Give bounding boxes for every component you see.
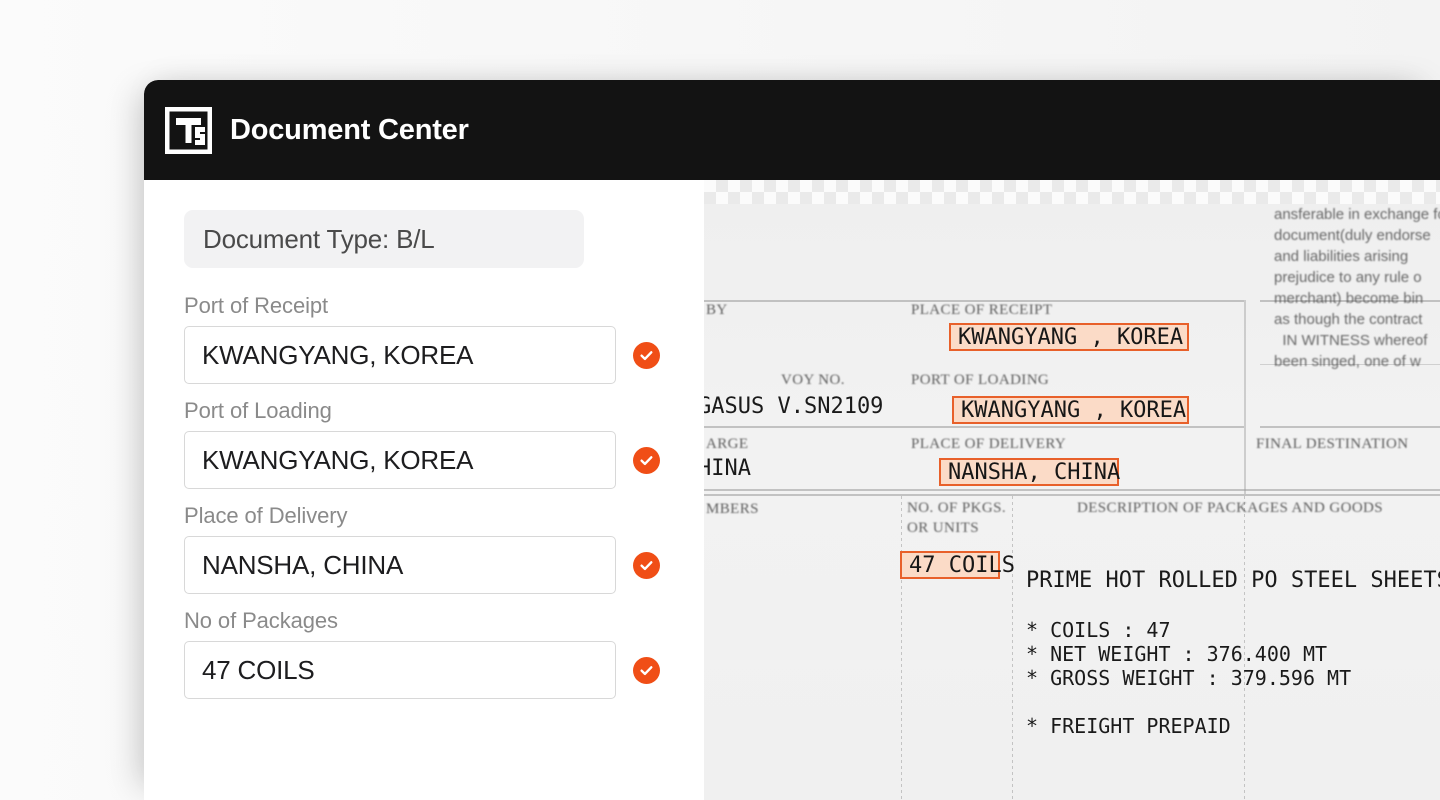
highlight-port-of-loading[interactable]: KWANGYANG , KOREA (952, 396, 1189, 424)
value-net-weight: * NET WEIGHT : 376.400 MT (1026, 642, 1328, 666)
document-center-window: Document Center Document Type: B/L Port … (144, 80, 1440, 800)
page-title: Document Center (230, 113, 469, 146)
value-goods-description: PRIME HOT ROLLED PO STEEL SHEETS IN (1026, 568, 1440, 593)
highlight-place-of-delivery[interactable]: NANSHA, CHINA (939, 458, 1120, 486)
table-rule (704, 494, 1440, 496)
caption-place-of-delivery: PLACE OF DELIVERY (911, 436, 1067, 452)
screen-root: Document Center Document Type: B/L Port … (0, 0, 1440, 800)
caption-no-of-pkgs-line1: NO. OF PKGS. (907, 500, 1006, 516)
field-row-no-of-packages: 47 COILS (184, 641, 704, 699)
app-body: Document Type: B/L Port of Receipt KWANG… (144, 180, 1440, 800)
caption-by: BY (706, 302, 728, 318)
field-label-port-of-loading: Port of Loading (184, 398, 332, 423)
field-group-port-of-loading: Port of Loading KWANGYANG, KOREA (184, 398, 704, 489)
field-row-port-of-loading: KWANGYANG, KOREA (184, 431, 704, 489)
value-port-of-discharge: HINA (704, 456, 751, 481)
table-rule (1260, 426, 1440, 428)
check-circle-icon-port-of-loading (633, 446, 660, 474)
document-content-layer: BY PLACE OF RECEIPT VOY NO. PORT OF LOAD… (704, 204, 1440, 800)
table-rule (1244, 300, 1246, 494)
legal-terms-paragraph: ansferable in exchange for document(duly… (1274, 206, 1440, 370)
caption-description: DESCRIPTION OF PACKAGES AND GOODS (1077, 500, 1384, 516)
ts-monogram-logo-icon (165, 106, 212, 154)
document-type-selector[interactable]: Document Type: B/L (184, 210, 584, 268)
port-of-loading-input[interactable]: KWANGYANG, KOREA (184, 431, 616, 489)
extraction-form-panel: Document Type: B/L Port of Receipt KWANG… (144, 180, 704, 800)
table-rule (704, 426, 1244, 428)
field-group-no-of-packages: No of Packages 47 COILS (184, 608, 704, 699)
caption-arge: ARGE (706, 436, 749, 452)
transparency-checkerboard (704, 180, 1440, 204)
place-of-delivery-input[interactable]: NANSHA, CHINA (184, 536, 616, 594)
check-circle-icon-place-of-delivery (633, 551, 660, 579)
table-rule (704, 489, 1440, 491)
field-label-no-of-packages: No of Packages (184, 608, 338, 633)
field-group-place-of-delivery: Place of Delivery NANSHA, CHINA (184, 503, 704, 594)
field-label-port-of-receipt: Port of Receipt (184, 293, 329, 318)
value-coils: * COILS : 47 (1026, 618, 1171, 642)
field-group-port-of-receipt: Port of Receipt KWANGYANG, KOREA (184, 293, 704, 384)
value-gross-weight: * GROSS WEIGHT : 379.596 MT (1026, 666, 1352, 690)
port-of-receipt-input[interactable]: KWANGYANG, KOREA (184, 326, 616, 384)
field-row-place-of-delivery: NANSHA, CHINA (184, 536, 704, 594)
caption-final-destination: FINAL DESTINATION (1256, 436, 1409, 452)
value-freight: * FREIGHT PREPAID (1026, 714, 1231, 738)
check-circle-icon-no-of-packages (633, 656, 660, 684)
caption-voy-no: VOY NO. (781, 372, 845, 388)
field-label-place-of-delivery: Place of Delivery (184, 503, 348, 528)
highlight-no-of-packages[interactable]: 47 COILS (900, 551, 1015, 579)
table-rule (1012, 496, 1013, 800)
table-rule (901, 496, 902, 800)
document-preview-viewer[interactable]: BY PLACE OF RECEIPT VOY NO. PORT OF LOAD… (704, 180, 1440, 800)
caption-no-of-pkgs-line2: OR UNITS (907, 520, 979, 536)
app-titlebar: Document Center (144, 80, 1440, 180)
caption-port-of-loading: PORT OF LOADING (911, 372, 1050, 388)
scanned-bill-of-lading: BY PLACE OF RECEIPT VOY NO. PORT OF LOAD… (704, 204, 1440, 800)
value-vessel-voyage: GASUS V.SN2109 (704, 394, 884, 419)
caption-place-of-receipt: PLACE OF RECEIPT (911, 302, 1053, 318)
caption-numbers: MBERS (706, 501, 759, 517)
field-row-port-of-receipt: KWANGYANG, KOREA (184, 326, 704, 384)
no-of-packages-input[interactable]: 47 COILS (184, 641, 616, 699)
check-circle-icon-port-of-receipt (633, 341, 660, 369)
highlight-place-of-receipt[interactable]: KWANGYANG , KOREA (949, 323, 1189, 351)
